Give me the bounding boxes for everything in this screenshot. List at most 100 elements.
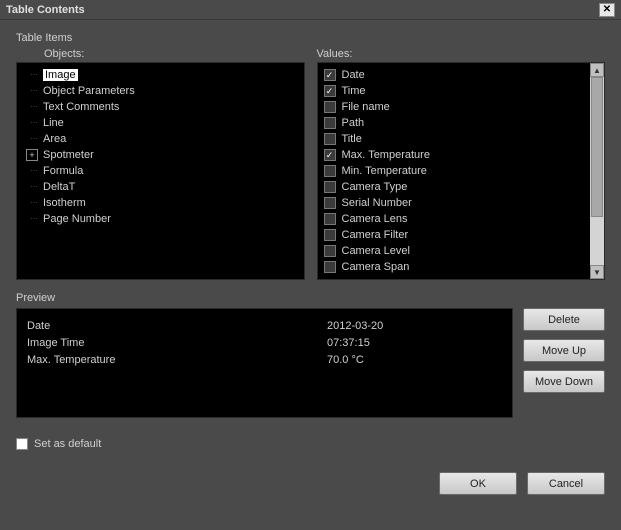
table-items-label: Table Items	[16, 32, 605, 44]
objects-item[interactable]: ⋯Page Number	[17, 211, 304, 227]
tree-spacer: ⋯	[25, 135, 43, 143]
objects-panel: Objects: ⋯Image⋯Object Parameters⋯Text C…	[16, 48, 305, 280]
objects-item-label: Isotherm	[43, 197, 86, 209]
tree-spacer: ⋯	[25, 71, 43, 79]
preview-label: Preview	[16, 292, 605, 304]
values-item-checkbox[interactable]	[324, 101, 336, 113]
values-item-checkbox[interactable]	[324, 181, 336, 193]
preview-box: Date2012-03-20Image Time07:37:15Max. Tem…	[16, 308, 513, 418]
values-item-checkbox[interactable]	[324, 133, 336, 145]
dialog-window: Table Contents ✕ Table Items Objects: ⋯I…	[0, 0, 621, 530]
preview-row: Date2012-03-20	[27, 317, 502, 334]
objects-item-label: DeltaT	[43, 181, 75, 193]
values-item-checkbox[interactable]	[324, 69, 336, 81]
objects-listbox[interactable]: ⋯Image⋯Object Parameters⋯Text Comments⋯L…	[16, 62, 305, 280]
values-label: Values:	[317, 48, 606, 60]
values-item-label: Serial Number	[342, 197, 412, 209]
preview-buttons: Delete Move Up Move Down	[523, 308, 605, 418]
values-item[interactable]: Title	[318, 131, 591, 147]
values-item-label: Path	[342, 117, 365, 129]
values-item-checkbox[interactable]	[324, 213, 336, 225]
objects-item[interactable]: +Spotmeter	[17, 147, 304, 163]
scroll-down-button[interactable]: ▼	[590, 265, 604, 279]
dialog-footer: OK Cancel	[16, 472, 605, 495]
tree-spacer: ⋯	[25, 183, 43, 191]
scroll-thumb[interactable]	[591, 77, 603, 217]
titlebar: Table Contents ✕	[0, 0, 621, 20]
tree-spacer: ⋯	[25, 167, 43, 175]
values-panel: Values: Date Time File name Path Title Max. T…	[317, 48, 606, 280]
tree-spacer: ⋯	[25, 215, 43, 223]
move-down-button[interactable]: Move Down	[523, 370, 605, 393]
values-item-label: Title	[342, 133, 362, 145]
values-item[interactable]: File name	[318, 99, 591, 115]
objects-item-label: Area	[43, 133, 66, 145]
values-item-checkbox[interactable]	[324, 165, 336, 177]
scroll-track[interactable]	[590, 77, 604, 265]
tree-spacer: ⋯	[25, 87, 43, 95]
values-item-label: File name	[342, 101, 390, 113]
preview-value: 07:37:15	[327, 337, 370, 349]
values-listbox[interactable]: Date Time File name Path Title Max. Temperatu…	[317, 62, 606, 280]
tree-expand-icon[interactable]: +	[25, 149, 43, 161]
scroll-up-button[interactable]: ▲	[590, 63, 604, 77]
values-item-label: Max. Temperature	[342, 149, 430, 161]
tree-spacer: ⋯	[25, 103, 43, 111]
values-item[interactable]: Path	[318, 115, 591, 131]
values-item-label: Time	[342, 85, 366, 97]
values-item-checkbox[interactable]	[324, 197, 336, 209]
objects-item[interactable]: ⋯Text Comments	[17, 99, 304, 115]
top-row: Objects: ⋯Image⋯Object Parameters⋯Text C…	[16, 48, 605, 280]
objects-item[interactable]: ⋯Area	[17, 131, 304, 147]
objects-item-label: Formula	[43, 165, 83, 177]
values-item-label: Camera Lens	[342, 213, 408, 225]
values-item[interactable]: Camera Span	[318, 259, 591, 275]
values-item-label: Camera Filter	[342, 229, 409, 241]
objects-item[interactable]: ⋯Line	[17, 115, 304, 131]
values-item-checkbox[interactable]	[324, 229, 336, 241]
values-item-label: Date	[342, 69, 365, 81]
set-as-default-label: Set as default	[34, 438, 101, 450]
cancel-button[interactable]: Cancel	[527, 472, 605, 495]
objects-label: Objects:	[44, 48, 305, 60]
values-item[interactable]: Serial Number	[318, 195, 591, 211]
objects-item[interactable]: ⋯Formula	[17, 163, 304, 179]
objects-item[interactable]: ⋯DeltaT	[17, 179, 304, 195]
objects-item-label: Spotmeter	[43, 149, 94, 161]
ok-button[interactable]: OK	[439, 472, 517, 495]
values-item[interactable]: Camera Type	[318, 179, 591, 195]
values-item[interactable]: Max. Temperature	[318, 147, 591, 163]
preview-key: Date	[27, 320, 327, 332]
values-item[interactable]: Date	[318, 67, 591, 83]
values-item[interactable]: Time	[318, 83, 591, 99]
objects-item[interactable]: ⋯Object Parameters	[17, 83, 304, 99]
dialog-body: Table Items Objects: ⋯Image⋯Object Param…	[0, 20, 621, 530]
objects-item-label: Text Comments	[43, 101, 119, 113]
values-item-checkbox[interactable]	[324, 261, 336, 273]
values-item[interactable]: Camera Filter	[318, 227, 591, 243]
set-as-default-checkbox[interactable]	[16, 438, 28, 450]
values-item-checkbox[interactable]	[324, 149, 336, 161]
values-scrollbar[interactable]: ▲ ▼	[590, 63, 604, 279]
close-button[interactable]: ✕	[599, 3, 615, 17]
preview-key: Image Time	[27, 337, 327, 349]
preview-section: Preview Date2012-03-20Image Time07:37:15…	[16, 292, 605, 418]
move-up-button[interactable]: Move Up	[523, 339, 605, 362]
values-item-checkbox[interactable]	[324, 245, 336, 257]
values-item[interactable]: Min. Temperature	[318, 163, 591, 179]
objects-item[interactable]: ⋯Image	[17, 67, 304, 83]
delete-button[interactable]: Delete	[523, 308, 605, 331]
values-item-label: Min. Temperature	[342, 165, 427, 177]
values-item-checkbox[interactable]	[324, 85, 336, 97]
preview-value: 70.0 °C	[327, 354, 364, 366]
objects-item[interactable]: ⋯Isotherm	[17, 195, 304, 211]
values-item[interactable]: Camera Lens	[318, 211, 591, 227]
values-item-label: Camera Type	[342, 181, 408, 193]
objects-item-label: Line	[43, 117, 64, 129]
objects-item-label: Page Number	[43, 213, 111, 225]
preview-row: Max. Temperature70.0 °C	[27, 351, 502, 368]
objects-item-label: Image	[43, 69, 78, 81]
preview-row: Image Time07:37:15	[27, 334, 502, 351]
values-item[interactable]: Camera Level	[318, 243, 591, 259]
values-item-checkbox[interactable]	[324, 117, 336, 129]
